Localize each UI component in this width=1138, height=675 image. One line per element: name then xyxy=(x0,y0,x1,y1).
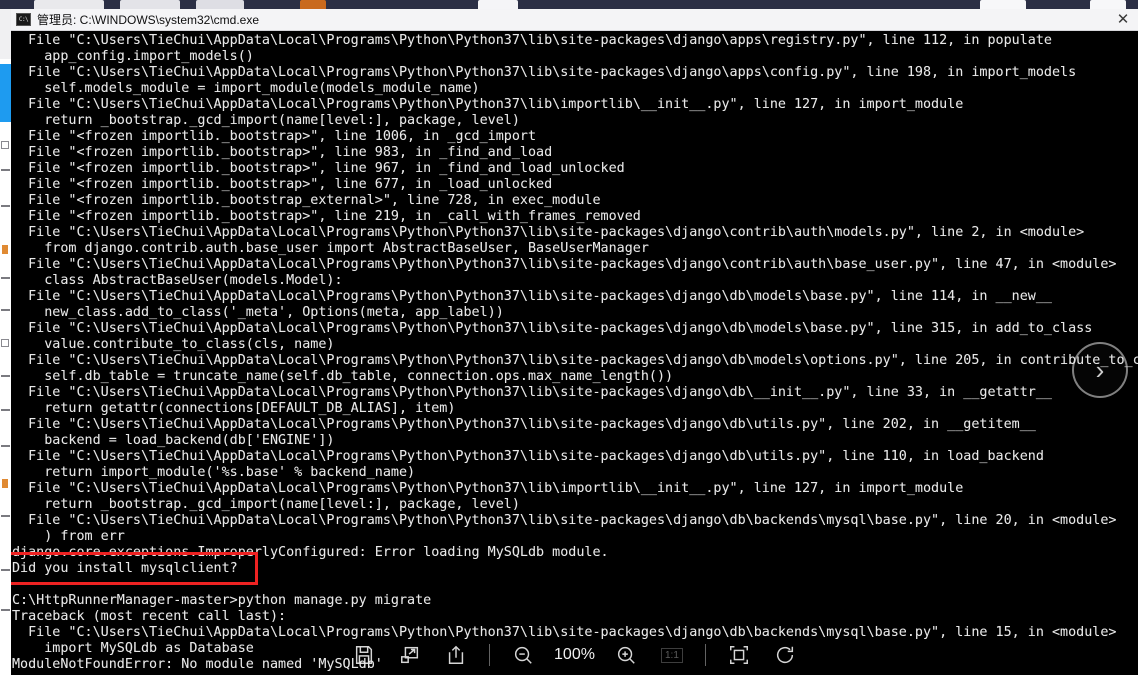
console-line: File "C:\Users\TieChui\AppData\Local\Pro… xyxy=(12,65,1077,80)
console-line: return import_module('%s.base' % backend… xyxy=(12,465,416,480)
console-line: ) from err xyxy=(12,529,125,544)
background-sidebar-icon xyxy=(1,339,9,347)
window-titlebar[interactable]: C:\ 管理员: C:\WINDOWS\system32\cmd.exe ✕ xyxy=(11,9,1138,31)
console-line: File "<frozen importlib._bootstrap>", li… xyxy=(12,177,553,192)
console-line: File "C:\Users\TieChui\AppData\Local\Pro… xyxy=(12,97,964,112)
console-line: File "<frozen importlib._bootstrap>", li… xyxy=(12,209,641,224)
console-line: self.models_module = import_module(model… xyxy=(12,81,480,96)
background-sidebar-icon xyxy=(2,479,8,488)
background-sidebar-row xyxy=(1,309,10,311)
background-sidebar-row xyxy=(1,609,10,611)
background-tab xyxy=(196,0,244,9)
console-line: class AbstractBaseUser(models.Model): xyxy=(12,273,343,288)
console-line: value.contribute_to_class(cls, name) xyxy=(12,337,335,352)
background-app-tabstrip xyxy=(0,0,1138,9)
background-sidebar-icon xyxy=(1,141,9,149)
background-sidebar-selected-item xyxy=(0,64,11,122)
console-line: self.db_table = truncate_name(self.db_ta… xyxy=(12,369,674,384)
background-sidebar-row xyxy=(1,409,10,411)
background-sidebar-row xyxy=(1,169,10,171)
console-line: new_class.add_to_class('_meta', Options(… xyxy=(12,305,504,320)
screenshot-root: C:\ 管理员: C:\WINDOWS\system32\cmd.exe ✕ F… xyxy=(0,0,1138,675)
console-line: File "C:\Users\TieChui\AppData\Local\Pro… xyxy=(12,33,1052,48)
console-output[interactable]: File "C:\Users\TieChui\AppData\Local\Pro… xyxy=(11,31,1138,675)
background-sidebar-row xyxy=(1,277,10,279)
background-sidebar-icon xyxy=(2,245,8,254)
console-line: File "C:\Users\TieChui\AppData\Local\Pro… xyxy=(12,481,964,496)
console-line: return getattr(connections[DEFAULT_DB_AL… xyxy=(12,401,456,416)
console-line: File "C:\Users\TieChui\AppData\Local\Pro… xyxy=(12,321,1093,336)
background-sidebar-row xyxy=(1,445,10,447)
background-sidebar-row xyxy=(1,205,10,207)
console-line: return _bootstrap._gcd_import(name[level… xyxy=(12,497,520,512)
console-line: return _bootstrap._gcd_import(name[level… xyxy=(12,113,520,128)
background-tab xyxy=(1090,0,1126,9)
background-sidebar xyxy=(0,9,11,675)
background-tab xyxy=(980,0,1026,9)
console-line: Traceback (most recent call last): xyxy=(12,609,287,624)
cmd-window: C:\ 管理员: C:\WINDOWS\system32\cmd.exe ✕ F… xyxy=(11,9,1138,675)
console-line: import MySQLdb as Database xyxy=(12,641,254,656)
window-title: 管理员: C:\WINDOWS\system32\cmd.exe xyxy=(37,13,260,27)
console-line: C:\HttpRunnerManager-master>python manag… xyxy=(12,593,432,608)
next-image-button[interactable]: › xyxy=(1072,342,1128,398)
background-sidebar-row xyxy=(1,515,10,517)
console-line: File "<frozen importlib._bootstrap>", li… xyxy=(12,145,553,160)
background-sidebar-row xyxy=(1,569,10,571)
console-line: File "C:\Users\TieChui\AppData\Local\Pro… xyxy=(12,449,1044,464)
background-tab xyxy=(300,0,326,9)
background-tab xyxy=(120,0,180,9)
console-line: from django.contrib.auth.base_user impor… xyxy=(12,241,649,256)
console-line: File "<frozen importlib._bootstrap>", li… xyxy=(12,161,625,176)
console-line: backend = load_backend(db['ENGINE']) xyxy=(12,433,335,448)
console-line: File "C:\Users\TieChui\AppData\Local\Pro… xyxy=(12,225,1085,240)
console-line: File "<frozen importlib._bootstrap>", li… xyxy=(12,129,537,144)
console-line: ModuleNotFoundError: No module named 'My… xyxy=(12,657,383,672)
cmd-icon: C:\ xyxy=(16,13,31,26)
background-sidebar-header xyxy=(0,9,11,59)
console-line: File "C:\Users\TieChui\AppData\Local\Pro… xyxy=(12,417,1036,432)
console-line: File "C:\Users\TieChui\AppData\Local\Pro… xyxy=(12,385,1052,400)
console-line: File "C:\Users\TieChui\AppData\Local\Pro… xyxy=(12,625,1117,640)
console-line: File "C:\Users\TieChui\AppData\Local\Pro… xyxy=(12,257,1117,272)
close-icon[interactable]: ✕ xyxy=(1112,10,1134,30)
console-line: File "C:\Users\TieChui\AppData\Local\Pro… xyxy=(12,353,1138,368)
background-sidebar-row xyxy=(1,375,10,377)
console-line: app_config.import_models() xyxy=(12,49,254,64)
background-tab xyxy=(478,0,518,9)
console-line: django.core.exceptions.ImproperlyConfigu… xyxy=(12,545,609,560)
console-line: File "C:\Users\TieChui\AppData\Local\Pro… xyxy=(12,289,1052,304)
console-line: File "C:\Users\TieChui\AppData\Local\Pro… xyxy=(12,513,1117,528)
console-line: File "<frozen importlib._bootstrap_exter… xyxy=(12,193,601,208)
console-line: Did you install mysqlclient? xyxy=(12,561,238,576)
background-tab xyxy=(34,0,104,9)
